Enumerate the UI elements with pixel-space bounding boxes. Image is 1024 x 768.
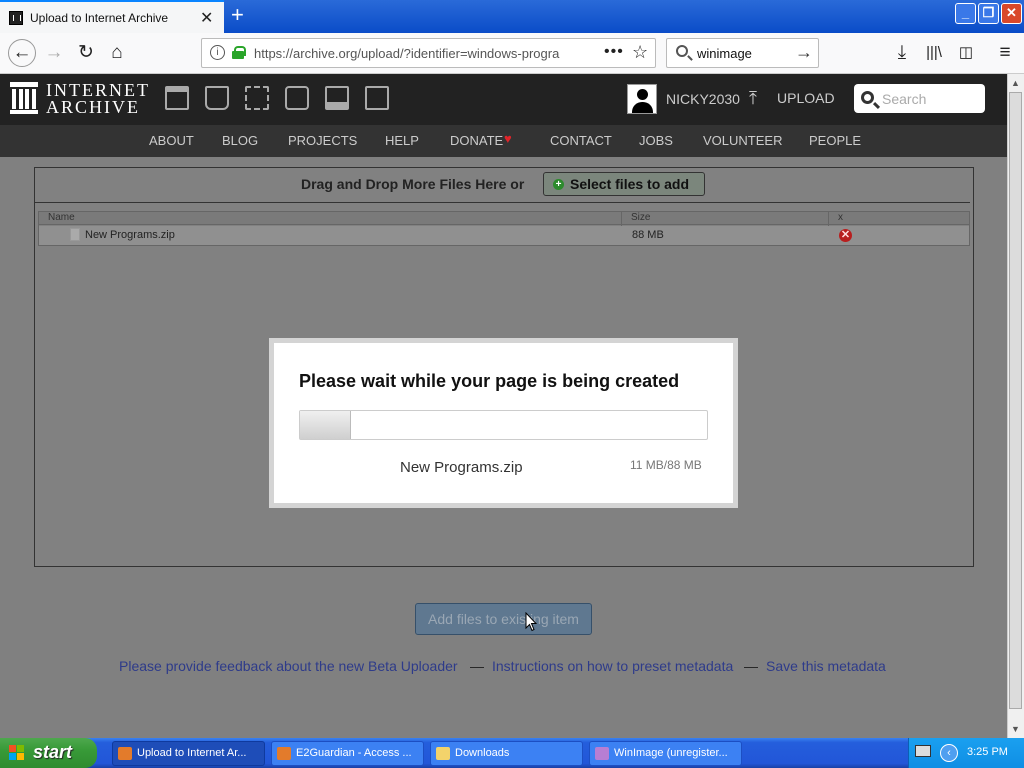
progress-bar-fill (300, 411, 351, 439)
lock-icon (232, 46, 246, 59)
close-tab-icon[interactable]: ✕ (200, 8, 213, 28)
scrollbar-thumb[interactable] (1009, 92, 1022, 709)
modal-title: Please wait while your page is being cre… (299, 371, 680, 391)
texts-book-icon[interactable] (205, 86, 229, 110)
nav-about[interactable]: ABOUT (149, 133, 194, 148)
nav-volunteer[interactable]: VOLUNTEER (703, 133, 782, 148)
nav-jobs[interactable]: JOBS (639, 133, 673, 148)
internet-archive-logo-icon[interactable] (10, 82, 38, 114)
nav-contact[interactable]: CONTACT (550, 133, 612, 148)
page-actions-icon[interactable]: ••• (604, 43, 624, 61)
mouse-cursor-icon (525, 612, 537, 632)
home-icon[interactable]: ⌂ (105, 42, 129, 66)
folder-icon (436, 747, 450, 760)
add-files-to-existing-item-button[interactable]: Add files to existing item (415, 603, 592, 635)
uploading-filename: New Programs.zip (400, 459, 523, 476)
link-separator: — (744, 658, 758, 674)
sidebar-icon[interactable]: ◫ (954, 42, 978, 66)
upload-link[interactable]: UPLOAD (777, 90, 835, 106)
column-header-name: Name (48, 212, 75, 223)
nav-donate[interactable]: DONATE (450, 133, 503, 148)
donate-heart-icon[interactable]: ♥ (504, 131, 512, 146)
start-label: start (33, 742, 73, 762)
nav-blog[interactable]: BLOG (222, 133, 258, 148)
ia-search-input[interactable]: Search (854, 84, 985, 113)
file-table-header (39, 212, 969, 225)
taskbar-item-downloads[interactable]: Downloads (430, 741, 583, 766)
table-row[interactable] (39, 226, 969, 245)
scroll-down-arrow-icon[interactable]: ▼ (1009, 721, 1022, 737)
taskbar-item-e2guardian[interactable]: E2Guardian - Access ... (271, 741, 424, 766)
web-icon[interactable] (165, 86, 189, 110)
url-bar[interactable]: i https://archive.org/upload/?identifier… (201, 38, 656, 68)
nav-people[interactable]: PEOPLE (809, 133, 861, 148)
username-link[interactable]: NICKY2030 (666, 91, 740, 107)
drag-drop-text: Drag and Drop More Files Here or (301, 176, 525, 192)
clock: 3:25 PM (967, 746, 1008, 758)
audio-speaker-icon[interactable] (285, 86, 309, 110)
progress-bar (299, 410, 708, 440)
tab-title: Upload to Internet Archive (30, 11, 169, 25)
scroll-up-arrow-icon[interactable]: ▲ (1009, 75, 1022, 91)
select-files-label: Select files to add (570, 176, 690, 192)
browser-toolbar: ← → ↻ ⌂ i https://archive.org/upload/?id… (0, 33, 1024, 74)
nav-projects[interactable]: PROJECTS (288, 133, 357, 148)
tray-arrow-icon[interactable]: ‹ (940, 744, 958, 762)
add-plus-icon: + (553, 179, 564, 190)
instructions-link[interactable]: Instructions on how to preset metadata (492, 658, 733, 674)
nav-help[interactable]: HELP (385, 133, 419, 148)
file-icon (70, 228, 80, 241)
close-window-button[interactable]: ✕ (1001, 3, 1022, 24)
maximize-window-button[interactable]: ❐ (978, 3, 999, 24)
start-button[interactable]: start (0, 738, 97, 768)
url-text[interactable]: https://archive.org/upload/?identifier=w… (254, 46, 572, 61)
windows-flag-icon (9, 745, 25, 761)
downloads-icon[interactable]: ⤓ (890, 42, 914, 66)
site-info-icon[interactable]: i (210, 45, 225, 60)
forward-arrow-icon[interactable]: → (42, 42, 66, 66)
winimage-icon (595, 747, 609, 760)
back-arrow-icon[interactable]: ← (8, 39, 36, 67)
file-size: 88 MB (632, 229, 664, 241)
upload-progress-size: 11 MB/88 MB (630, 458, 702, 472)
browser-search-box[interactable]: winimage → (666, 38, 819, 68)
firefox-icon (277, 747, 291, 760)
search-icon (861, 91, 874, 104)
ia-search-placeholder: Search (882, 91, 927, 107)
upload-arrow-icon[interactable]: ⤒ (749, 88, 757, 109)
taskbar-item-winimage[interactable]: WinImage (unregister... (589, 741, 742, 766)
browser-search-value[interactable]: winimage (697, 46, 752, 61)
link-separator: — (470, 658, 484, 674)
images-icon[interactable] (365, 86, 389, 110)
internet-archive-wordmark[interactable]: INTERNET ARCHIVE (46, 81, 150, 116)
search-icon (676, 45, 688, 57)
library-icon[interactable]: |||\ (922, 42, 946, 66)
browser-tab-active[interactable]: Upload to Internet Archive ✕ (0, 0, 224, 33)
software-floppy-icon[interactable] (325, 86, 349, 110)
column-header-size: Size (631, 212, 651, 223)
avatar[interactable] (627, 84, 657, 114)
new-tab-icon[interactable]: + (231, 3, 244, 27)
reload-icon[interactable]: ↻ (74, 42, 98, 66)
internet-archive-favicon-icon (9, 11, 23, 25)
select-files-button[interactable]: + Select files to add (543, 172, 705, 196)
file-name: New Programs.zip (85, 229, 175, 241)
taskbar-item-upload-ia[interactable]: Upload to Internet Ar... (112, 741, 265, 766)
save-metadata-link[interactable]: Save this metadata (766, 658, 886, 674)
divider (34, 202, 970, 203)
video-film-icon[interactable] (245, 86, 269, 110)
feedback-link[interactable]: Please provide feedback about the new Be… (119, 658, 458, 674)
remove-file-icon[interactable]: ✕ (839, 229, 852, 242)
keyboard-icon[interactable] (915, 745, 931, 757)
search-go-arrow-icon[interactable]: → (795, 42, 813, 63)
bookmark-star-icon[interactable]: ☆ (632, 42, 648, 63)
firefox-icon (118, 747, 132, 760)
minimize-window-button[interactable]: _ (955, 3, 976, 24)
menu-icon[interactable]: ≡ (993, 42, 1017, 66)
column-header-remove: x (838, 212, 843, 223)
